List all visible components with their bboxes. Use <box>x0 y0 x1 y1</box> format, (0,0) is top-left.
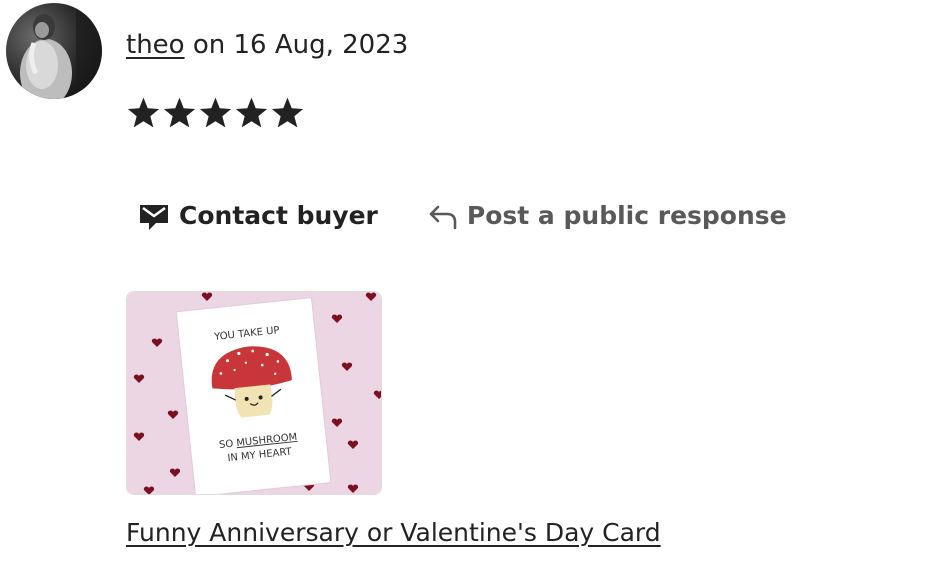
item-thumbnail[interactable]: YOU TAKE UP SO MUSHROOM IN MY HEART <box>126 291 382 495</box>
star-rating <box>126 95 305 130</box>
envelope-icon <box>140 205 168 230</box>
item-title-link[interactable]: Funny Anniversary or Valentine's Day Car… <box>126 516 661 550</box>
post-public-response-button[interactable]: Post a public response <box>428 196 787 236</box>
post-public-response-label: Post a public response <box>466 201 787 230</box>
avatar-photo <box>6 3 102 99</box>
star-icon <box>235 97 268 128</box>
card-text-prefix: SO <box>219 438 237 451</box>
review-meta: theo on 16 Aug, 2023 <box>126 28 408 62</box>
star-icon <box>163 97 196 128</box>
star-icon <box>199 97 232 128</box>
contact-buyer-label: Contact buyer <box>179 201 378 230</box>
review-date: on 16 Aug, 2023 <box>184 30 409 60</box>
item-photo: YOU TAKE UP SO MUSHROOM IN MY HEART <box>127 292 381 494</box>
star-icon <box>127 97 160 128</box>
star-icon <box>271 97 304 128</box>
review-actions: Contact buyer Post a public response <box>138 196 787 236</box>
contact-buyer-button[interactable]: Contact buyer <box>138 196 378 236</box>
reviewer-avatar[interactable] <box>6 3 102 99</box>
reviewer-name-link[interactable]: theo <box>126 30 185 60</box>
reply-arrow-icon <box>429 205 457 229</box>
